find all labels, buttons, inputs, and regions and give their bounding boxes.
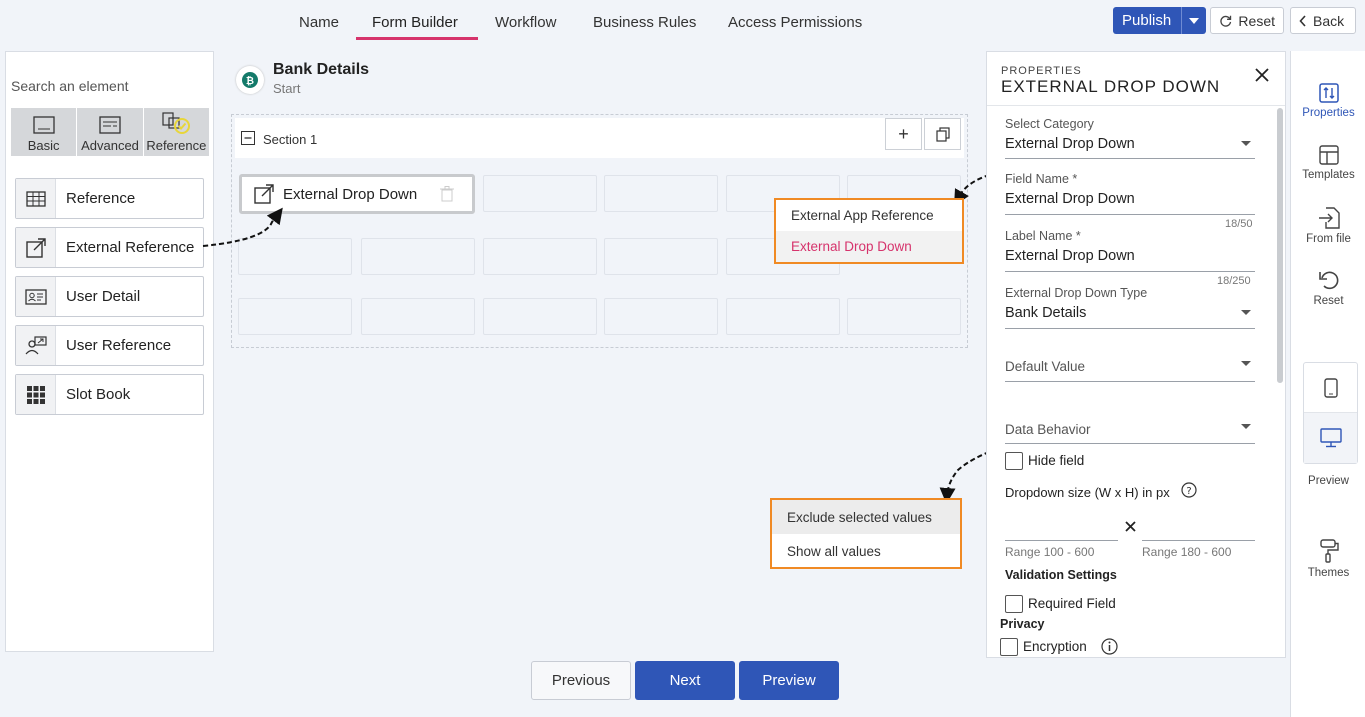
properties-caption: PROPERTIES (1001, 65, 1082, 77)
field-name-input[interactable]: External Drop Down (1005, 191, 1135, 207)
label-name-counter: 18/250 (1217, 275, 1251, 287)
drop-down-type-select[interactable]: Bank Details (1005, 305, 1086, 321)
help-icon[interactable]: ? (1181, 482, 1197, 498)
chevron-down-icon[interactable] (1241, 310, 1251, 315)
rail-themes-label: Themes (1307, 567, 1350, 579)
rail-reset[interactable]: Reset (1291, 269, 1365, 307)
option-show-all[interactable]: Show all values (772, 534, 960, 568)
select-category-label: Select Category (1005, 117, 1094, 131)
close-icon[interactable] (1255, 68, 1269, 82)
field-name-counter: 18/50 (1225, 218, 1253, 230)
rail-templates[interactable]: Templates (1291, 145, 1365, 181)
times-icon (1125, 521, 1136, 532)
previous-button[interactable]: Previous (531, 661, 631, 700)
select-category-dropdown[interactable]: External Drop Down (1005, 136, 1135, 152)
default-value-select[interactable]: Default Value (1005, 359, 1085, 374)
undo-icon (1318, 271, 1338, 290)
properties-title: EXTERNAL DROP DOWN (1001, 77, 1221, 96)
validation-settings-heading: Validation Settings (1005, 568, 1117, 582)
rail-reset-label: Reset (1313, 295, 1344, 307)
option-external-app-reference[interactable]: External App Reference (776, 200, 962, 231)
privacy-heading: Privacy (1000, 617, 1045, 631)
field-underline (1005, 158, 1255, 159)
encryption-checkbox[interactable] (1000, 638, 1018, 656)
hide-field-checkbox[interactable] (1005, 452, 1023, 470)
required-field-checkbox[interactable] (1005, 595, 1023, 613)
encryption-label: Encryption (1023, 639, 1087, 654)
drop-down-type-label: External Drop Down Type (1005, 286, 1148, 300)
rail-templates-label: Templates (1302, 169, 1355, 181)
width-input[interactable] (1005, 540, 1118, 541)
properties-panel: PROPERTIES EXTERNAL DROP DOWN Select Cat… (986, 51, 1286, 658)
properties-icon (1318, 83, 1339, 103)
category-options-popup: External App Reference External Drop Dow… (774, 198, 964, 264)
height-range-hint: Range 180 - 600 (1142, 545, 1232, 559)
option-external-drop-down[interactable]: External Drop Down (776, 231, 962, 262)
data-behavior-select[interactable]: Data Behavior (1005, 422, 1091, 437)
field-underline (1005, 443, 1255, 444)
mobile-icon (1323, 377, 1338, 398)
chevron-down-icon[interactable] (1241, 141, 1251, 146)
next-button[interactable]: Next (635, 661, 735, 700)
divider (987, 105, 1285, 106)
rail-properties[interactable]: Properties (1291, 83, 1365, 119)
width-range-hint: Range 100 - 600 (1005, 545, 1095, 559)
label-name-label: Label Name * (1005, 229, 1081, 243)
preview-device-switch (1303, 362, 1358, 464)
desktop-preview-toggle[interactable] (1304, 413, 1357, 463)
behavior-options-popup: Exclude selected values Show all values (770, 498, 962, 569)
height-input[interactable] (1142, 540, 1255, 541)
rail-preview[interactable]: Preview (1291, 471, 1365, 487)
templates-icon (1318, 145, 1339, 165)
desktop-icon (1319, 428, 1342, 448)
rail-properties-label: Properties (1302, 107, 1355, 119)
preview-button[interactable]: Preview (739, 661, 839, 700)
chevron-down-icon[interactable] (1241, 424, 1251, 429)
mobile-preview-toggle[interactable] (1304, 363, 1357, 413)
field-underline (1005, 328, 1255, 329)
rail-preview-label: Preview (1308, 475, 1349, 487)
rail-themes[interactable]: Themes (1291, 539, 1365, 579)
scrollbar[interactable] (1277, 108, 1283, 383)
paint-roller-icon (1319, 539, 1339, 563)
dropdown-size-label: Dropdown size (W x H) in px (1005, 485, 1170, 500)
svg-text:?: ? (1186, 486, 1191, 497)
option-exclude-selected[interactable]: Exclude selected values (772, 500, 960, 534)
info-icon[interactable] (1101, 638, 1118, 655)
rail-from-file[interactable]: From file (1291, 207, 1365, 245)
field-underline (1005, 271, 1255, 272)
label-name-input[interactable]: External Drop Down (1005, 248, 1135, 264)
right-rail: Properties Templates From file Reset Pre… (1290, 51, 1365, 717)
required-field-label: Required Field (1028, 596, 1116, 611)
field-underline (1005, 381, 1255, 382)
field-underline (1005, 214, 1255, 215)
chevron-down-icon[interactable] (1241, 361, 1251, 366)
import-file-icon (1318, 207, 1340, 229)
hide-field-label: Hide field (1028, 453, 1085, 468)
field-name-label: Field Name * (1005, 172, 1078, 186)
rail-from-file-label: From file (1306, 233, 1351, 245)
